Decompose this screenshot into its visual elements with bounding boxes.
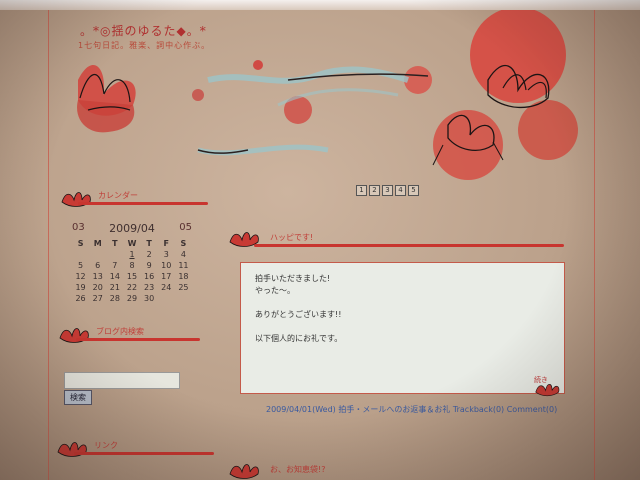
search-input[interactable] <box>64 372 180 389</box>
calendar-day <box>89 249 106 260</box>
calendar-day: 3 <box>163 250 169 259</box>
lotus-icon <box>229 464 259 479</box>
heading-underline <box>254 244 564 247</box>
calendar-day: 17 <box>161 272 172 281</box>
calendar-grid: S M T W T F S 1 2 3 4 5 6 7 8 9 10 11 12… <box>72 238 192 304</box>
weekday-label: T <box>112 239 118 248</box>
blog-title[interactable]: 。*◎揺のゆるた◆。* <box>80 22 207 39</box>
page-link[interactable]: 5 <box>408 185 419 196</box>
weekday-label: T <box>146 239 152 248</box>
calendar-day: 28 <box>109 294 120 303</box>
entry-line: やった～。 <box>255 286 295 295</box>
calendar-heading: カレンダー <box>60 186 210 208</box>
calendar-day <box>175 293 192 304</box>
page-navigation: 1 2 3 4 5 <box>356 185 419 196</box>
calendar-day: 24 <box>161 283 172 292</box>
heading-underline <box>76 338 200 341</box>
calendar-heading-label: カレンダー <box>98 191 138 200</box>
search-heading: ブログ内検索 <box>58 322 208 344</box>
entry-meta: 2009/04/01(Wed) 拍手・メールへのお返事＆お礼 Trackback… <box>266 404 557 415</box>
calendar-day-linked[interactable]: 1 <box>123 249 140 260</box>
monitor-screen: 。*◎揺のゆるた◆。* 1七句日記。雅楽、詞中心作ぶ。 カレンダー 03 200… <box>0 0 640 480</box>
calendar-widget: 03 2009/04 05 S M T W T F S 1 2 3 4 5 6 … <box>72 222 192 304</box>
calendar-day: 16 <box>144 272 155 281</box>
lotus-icon <box>535 383 560 397</box>
heading-underline <box>74 452 214 455</box>
calendar-day: 29 <box>126 294 138 303</box>
entry-line: 以下個人的にお礼です。 <box>255 334 343 343</box>
page-link[interactable]: 4 <box>395 185 406 196</box>
calendar-week-row: 1 2 3 4 <box>72 249 192 260</box>
weekday-label: F <box>163 239 169 248</box>
page-link[interactable]: 1 <box>356 185 367 196</box>
weekday-label: M <box>93 239 102 248</box>
calendar-day: 27 <box>92 294 103 303</box>
calendar-day: 2 <box>146 250 152 259</box>
entry-category-link[interactable]: 拍手・メールへのお返事＆お礼 <box>338 405 450 414</box>
calendar-day: 25 <box>178 283 189 292</box>
page-link[interactable]: 3 <box>382 185 393 196</box>
calendar-day: 22 <box>126 283 138 292</box>
trackback-link[interactable]: Trackback(0) <box>453 405 504 414</box>
entry-line: ありがとうございます!! <box>255 310 342 319</box>
calendar-day: 5 <box>78 261 84 270</box>
search-button[interactable]: 検索 <box>64 390 92 405</box>
entry2-title[interactable]: お、お知恵袋!? <box>270 464 325 475</box>
calendar-weekday-row: S M T W T F S <box>72 238 192 249</box>
calendar-day: 10 <box>161 261 172 270</box>
calendar-day: 11 <box>178 261 189 270</box>
calendar-day: 12 <box>75 272 86 281</box>
calendar-current-month: 2009/04 <box>109 222 155 235</box>
calendar-week-row: 12 13 14 15 16 17 18 <box>72 271 192 282</box>
calendar-week-row: 5 6 7 8 9 10 11 <box>72 260 192 271</box>
calendar-day: 15 <box>126 272 138 281</box>
calendar-day: 18 <box>178 272 189 281</box>
link-heading: リンク <box>56 436 216 458</box>
calendar-day: 21 <box>109 283 120 292</box>
heading-underline <box>78 202 208 205</box>
screen-glare <box>0 0 640 10</box>
calendar-day: 26 <box>75 294 86 303</box>
weekday-label: S <box>77 239 84 248</box>
calendar-day: 14 <box>109 272 120 281</box>
calendar-day: 7 <box>112 261 118 270</box>
comment-link[interactable]: Comment(0) <box>507 405 558 414</box>
entry-title[interactable]: ハッピです! <box>270 232 313 243</box>
entry-body: 拍手いただきました! やった～。 ありがとうございます!! 以下個人的にお礼です… <box>240 262 565 397</box>
link-heading-label: リンク <box>94 441 118 450</box>
calendar-next-month[interactable]: 05 <box>179 222 192 235</box>
entry2-heading: お、お知恵袋!? <box>228 458 568 480</box>
page-link[interactable]: 2 <box>369 185 380 196</box>
blog-subtitle: 1七句日記。雅楽、詞中心作ぶ。 <box>78 41 211 50</box>
calendar-day: 20 <box>92 283 103 292</box>
calendar-day: 8 <box>129 261 135 270</box>
calendar-day: 23 <box>144 283 155 292</box>
search-heading-label: ブログ内検索 <box>96 327 144 336</box>
calendar-week-row: 26 27 28 29 30 <box>72 293 192 304</box>
entry-date-link[interactable]: 2009/04/01(Wed) <box>266 405 336 414</box>
calendar-day: 30 <box>144 294 155 303</box>
calendar-day <box>72 249 89 260</box>
calendar-day: 4 <box>180 250 186 259</box>
calendar-day: 19 <box>75 283 86 292</box>
weekday-label: S <box>180 239 187 248</box>
entry-heading: ハッピです! <box>228 226 568 248</box>
calendar-week-row: 19 20 21 22 23 24 25 <box>72 282 192 293</box>
calendar-prev-month[interactable]: 03 <box>72 222 85 235</box>
weekday-label: W <box>127 239 137 248</box>
calendar-day: 9 <box>146 261 152 270</box>
calendar-day <box>158 293 175 304</box>
calendar-day: 13 <box>92 272 103 281</box>
calendar-nav: 03 2009/04 05 <box>72 222 192 235</box>
calendar-day: 6 <box>95 261 101 270</box>
calendar-day <box>106 249 123 260</box>
entry-line: 拍手いただきました! <box>255 274 331 283</box>
